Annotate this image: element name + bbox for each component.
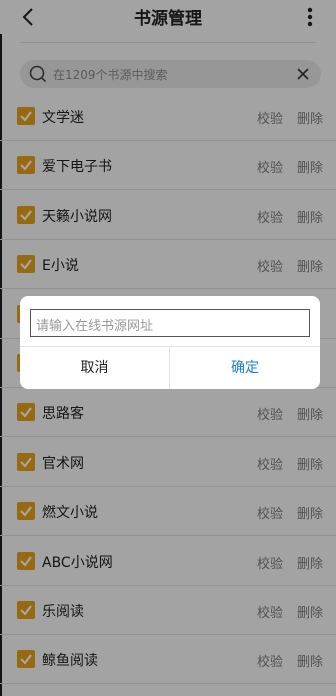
- confirm-button[interactable]: 确定: [170, 347, 320, 389]
- cancel-button[interactable]: 取消: [20, 347, 169, 389]
- add-source-dialog: 请输入在线书源网址 取消 确定: [20, 296, 320, 389]
- source-url-input[interactable]: 请输入在线书源网址: [30, 309, 310, 337]
- source-url-placeholder: 请输入在线书源网址: [36, 319, 154, 334]
